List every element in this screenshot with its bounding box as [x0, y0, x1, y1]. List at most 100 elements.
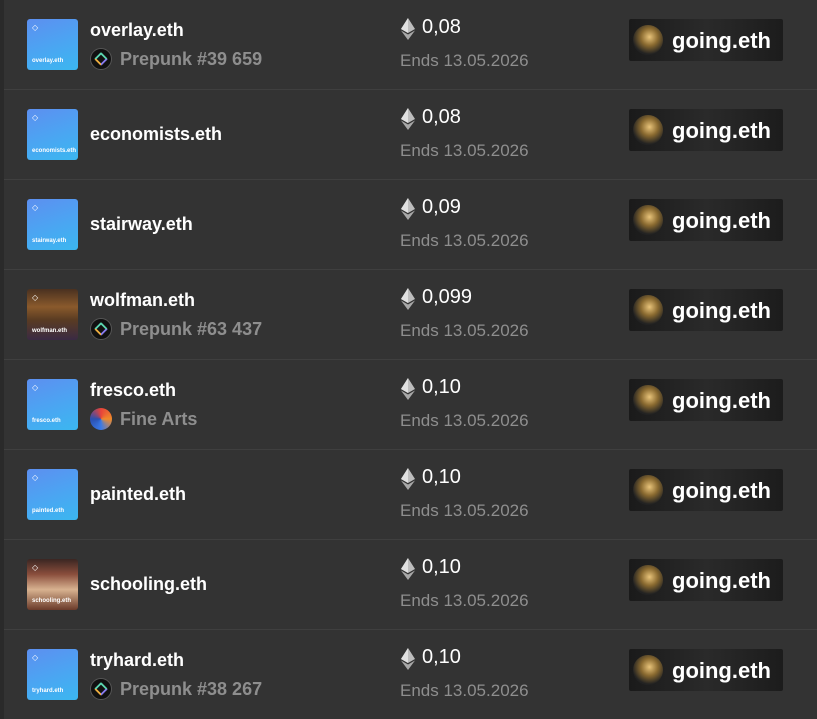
price-value: 0,10: [422, 466, 461, 488]
thumbnail-name-label: fresco.eth: [32, 418, 61, 424]
domain-name-link[interactable]: wolfman.eth: [90, 290, 195, 311]
ens-logo-icon: ◇: [32, 653, 39, 662]
listing-end-date: Ends 13.05.2026: [400, 141, 529, 160]
seller-avatar-icon: [633, 655, 663, 685]
listing-end-date: Ends 13.05.2026: [400, 51, 529, 70]
seller-link[interactable]: going.eth: [629, 559, 783, 601]
price-value: 0,10: [422, 556, 461, 578]
listing-list: ◇ overlay.eth overlay.eth Prepunk #39 659 0,…: [0, 0, 817, 719]
seller-name: going.eth: [672, 388, 771, 413]
ethereum-icon: [401, 198, 415, 220]
price-value: 0,08: [422, 106, 461, 128]
thumbnail-name-label: painted.eth: [32, 508, 65, 514]
collection-label: Fine Arts: [120, 408, 198, 429]
listing-row[interactable]: ◇ painted.eth painted.eth 0,10 Ends 13.05.20…: [4, 450, 817, 540]
name-thumbnail[interactable]: ◇ stairway.eth: [27, 199, 78, 250]
seller-link[interactable]: going.eth: [629, 109, 783, 151]
ethereum-icon: [401, 288, 415, 310]
prepunk-icon: [90, 318, 112, 340]
seller-avatar-icon: [633, 565, 663, 595]
price-value: 0,10: [422, 376, 461, 398]
seller-avatar-icon: [633, 115, 663, 145]
thumbnail-name-label: overlay.eth: [32, 58, 64, 64]
seller-name: going.eth: [672, 478, 771, 503]
domain-name-link[interactable]: painted.eth: [90, 484, 186, 505]
seller-name: going.eth: [672, 298, 771, 323]
name-thumbnail[interactable]: ◇ tryhard.eth: [27, 649, 78, 700]
ens-logo-icon: ◇: [32, 383, 39, 392]
listing-row[interactable]: ◇ fresco.eth fresco.eth Fine Arts 0,10 Ends 1…: [4, 360, 817, 450]
listing-end-date: Ends 13.05.2026: [400, 321, 529, 340]
listing-row[interactable]: ◇ tryhard.eth tryhard.eth Prepunk #38 267 0,…: [4, 630, 817, 719]
collection-info[interactable]: Prepunk #38 267: [90, 677, 262, 701]
thumbnail-name-label: economists.eth: [32, 148, 77, 154]
name-thumbnail[interactable]: ◇ overlay.eth: [27, 19, 78, 70]
listing-row[interactable]: ◇ overlay.eth overlay.eth Prepunk #39 659 0,…: [4, 0, 817, 90]
name-thumbnail[interactable]: ◇ economists.eth: [27, 109, 78, 160]
seller-name: going.eth: [672, 658, 771, 683]
ens-logo-icon: ◇: [32, 473, 39, 482]
ethereum-icon: [401, 108, 415, 130]
seller-name: going.eth: [672, 208, 771, 233]
seller-link[interactable]: going.eth: [629, 469, 783, 511]
prepunk-icon: [90, 678, 112, 700]
collection-info[interactable]: Prepunk #39 659: [90, 47, 262, 71]
seller-link[interactable]: going.eth: [629, 289, 783, 331]
ens-logo-icon: ◇: [32, 23, 39, 32]
prepunk-icon: [90, 48, 112, 70]
ethereum-icon: [401, 468, 415, 490]
ens-logo-icon: ◇: [32, 113, 39, 122]
name-thumbnail[interactable]: ◇ schooling.eth: [27, 559, 78, 610]
price-value: 0,09: [422, 196, 461, 218]
thumbnail-name-label: wolfman.eth: [32, 328, 68, 334]
ethereum-icon: [401, 648, 415, 670]
seller-name: going.eth: [672, 28, 771, 53]
listing-row[interactable]: ◇ wolfman.eth wolfman.eth Prepunk #63 437 0,…: [4, 270, 817, 360]
listing-end-date: Ends 13.05.2026: [400, 231, 529, 250]
domain-name-link[interactable]: economists.eth: [90, 124, 222, 145]
price-value: 0,10: [422, 646, 461, 668]
seller-avatar-icon: [633, 25, 663, 55]
domain-name-link[interactable]: schooling.eth: [90, 574, 207, 595]
collection-label: Prepunk #39 659: [120, 48, 263, 69]
seller-name: going.eth: [672, 568, 771, 593]
seller-avatar-icon: [633, 385, 663, 415]
listing-row[interactable]: ◇ schooling.eth schooling.eth 0,10 Ends 13.0…: [4, 540, 817, 630]
ethereum-icon: [401, 558, 415, 580]
seller-link[interactable]: going.eth: [629, 649, 783, 691]
listing-end-date: Ends 13.05.2026: [400, 591, 529, 610]
seller-avatar-icon: [633, 205, 663, 235]
seller-link[interactable]: going.eth: [629, 379, 783, 421]
thumbnail-name-label: tryhard.eth: [32, 688, 64, 694]
price-value: 0,08: [422, 16, 461, 38]
seller-avatar-icon: [633, 475, 663, 505]
name-thumbnail[interactable]: ◇ fresco.eth: [27, 379, 78, 430]
ethereum-icon: [401, 18, 415, 40]
fine-arts-icon: [90, 408, 112, 430]
listing-end-date: Ends 13.05.2026: [400, 411, 529, 430]
domain-name-link[interactable]: tryhard.eth: [90, 650, 184, 671]
seller-avatar-icon: [633, 295, 663, 325]
seller-link[interactable]: going.eth: [629, 199, 783, 241]
thumbnail-name-label: stairway.eth: [32, 238, 67, 244]
name-thumbnail[interactable]: ◇ painted.eth: [27, 469, 78, 520]
thumbnail-name-label: schooling.eth: [32, 598, 71, 604]
listing-end-date: Ends 13.05.2026: [400, 501, 529, 520]
price-value: 0,099: [422, 286, 473, 308]
collection-label: Prepunk #38 267: [120, 678, 263, 699]
listing-row[interactable]: ◇ economists.eth economists.eth 0,08 Ends 13…: [4, 90, 817, 180]
ethereum-icon: [401, 378, 415, 400]
ens-logo-icon: ◇: [32, 203, 39, 212]
ens-logo-icon: ◇: [32, 563, 39, 572]
ens-logo-icon: ◇: [32, 293, 39, 302]
domain-name-link[interactable]: stairway.eth: [90, 214, 193, 235]
domain-name-link[interactable]: overlay.eth: [90, 20, 184, 41]
domain-name-link[interactable]: fresco.eth: [90, 380, 176, 401]
listing-end-date: Ends 13.05.2026: [400, 681, 529, 700]
collection-label: Prepunk #63 437: [120, 318, 263, 339]
seller-link[interactable]: going.eth: [629, 19, 783, 61]
collection-info[interactable]: Fine Arts: [90, 407, 197, 431]
listing-row[interactable]: ◇ stairway.eth stairway.eth 0,09 Ends 13.05.…: [4, 180, 817, 270]
name-thumbnail[interactable]: ◇ wolfman.eth: [27, 289, 78, 340]
collection-info[interactable]: Prepunk #63 437: [90, 317, 262, 341]
